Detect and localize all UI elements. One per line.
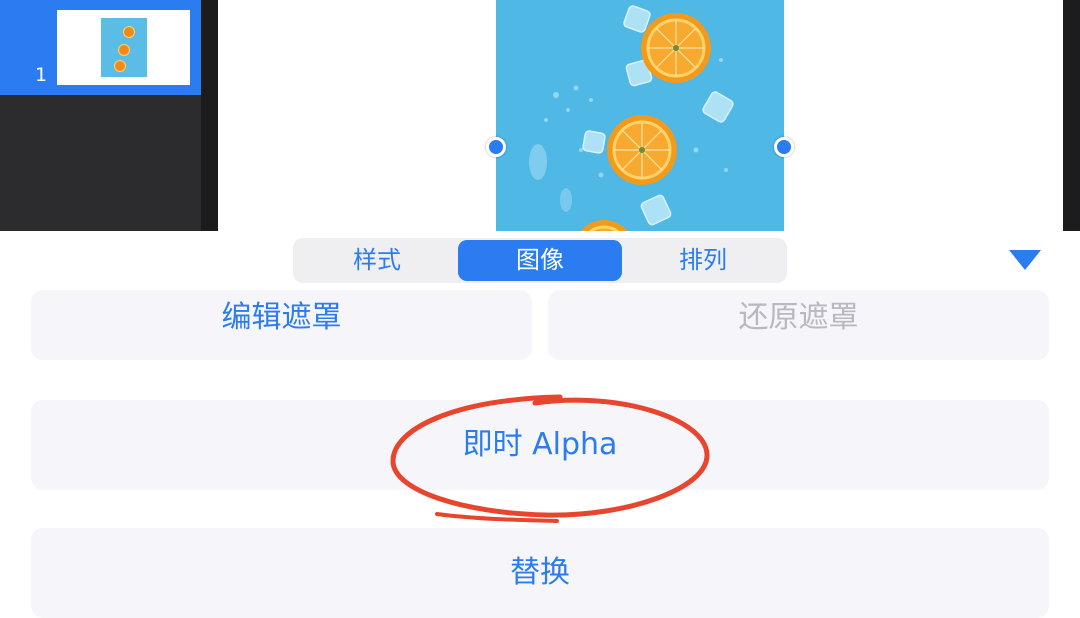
orange-icon: [114, 60, 126, 72]
restore-mask-button[interactable]: 还原遮罩: [548, 290, 1049, 360]
slide-thumbnail-item[interactable]: 1: [0, 0, 201, 95]
triangle-down-icon[interactable]: [1009, 250, 1041, 270]
oranges-photo: [496, 0, 784, 231]
instant-alpha-button[interactable]: 即时 Alpha: [31, 400, 1049, 490]
tab-arrange[interactable]: 排列: [621, 240, 785, 281]
orange-slice-icon: [607, 115, 677, 185]
format-inspector: 样式 图像 排列 编辑遮罩 还原遮罩 即时 Alpha 替换: [0, 231, 1080, 618]
slide-number: 1: [35, 64, 48, 86]
tab-style[interactable]: 样式: [295, 240, 459, 281]
slide-thumbnail-image: [101, 18, 147, 77]
slide-navigator: 1: [0, 0, 201, 231]
orange-slice-icon: [641, 13, 711, 83]
orange-icon: [118, 44, 130, 56]
inspector-tabs: 样式 图像 排列: [293, 238, 787, 283]
resize-handle-left[interactable]: [486, 137, 506, 157]
tab-image[interactable]: 图像: [458, 240, 622, 281]
canvas-edge: [1063, 0, 1080, 231]
edit-mask-button[interactable]: 编辑遮罩: [31, 290, 532, 360]
replace-button[interactable]: 替换: [31, 528, 1049, 618]
selected-image[interactable]: [496, 0, 784, 231]
orange-icon: [123, 26, 135, 38]
sidebar-divider: [201, 0, 218, 231]
resize-handle-right[interactable]: [774, 137, 794, 157]
slide-thumbnail[interactable]: [57, 10, 190, 85]
